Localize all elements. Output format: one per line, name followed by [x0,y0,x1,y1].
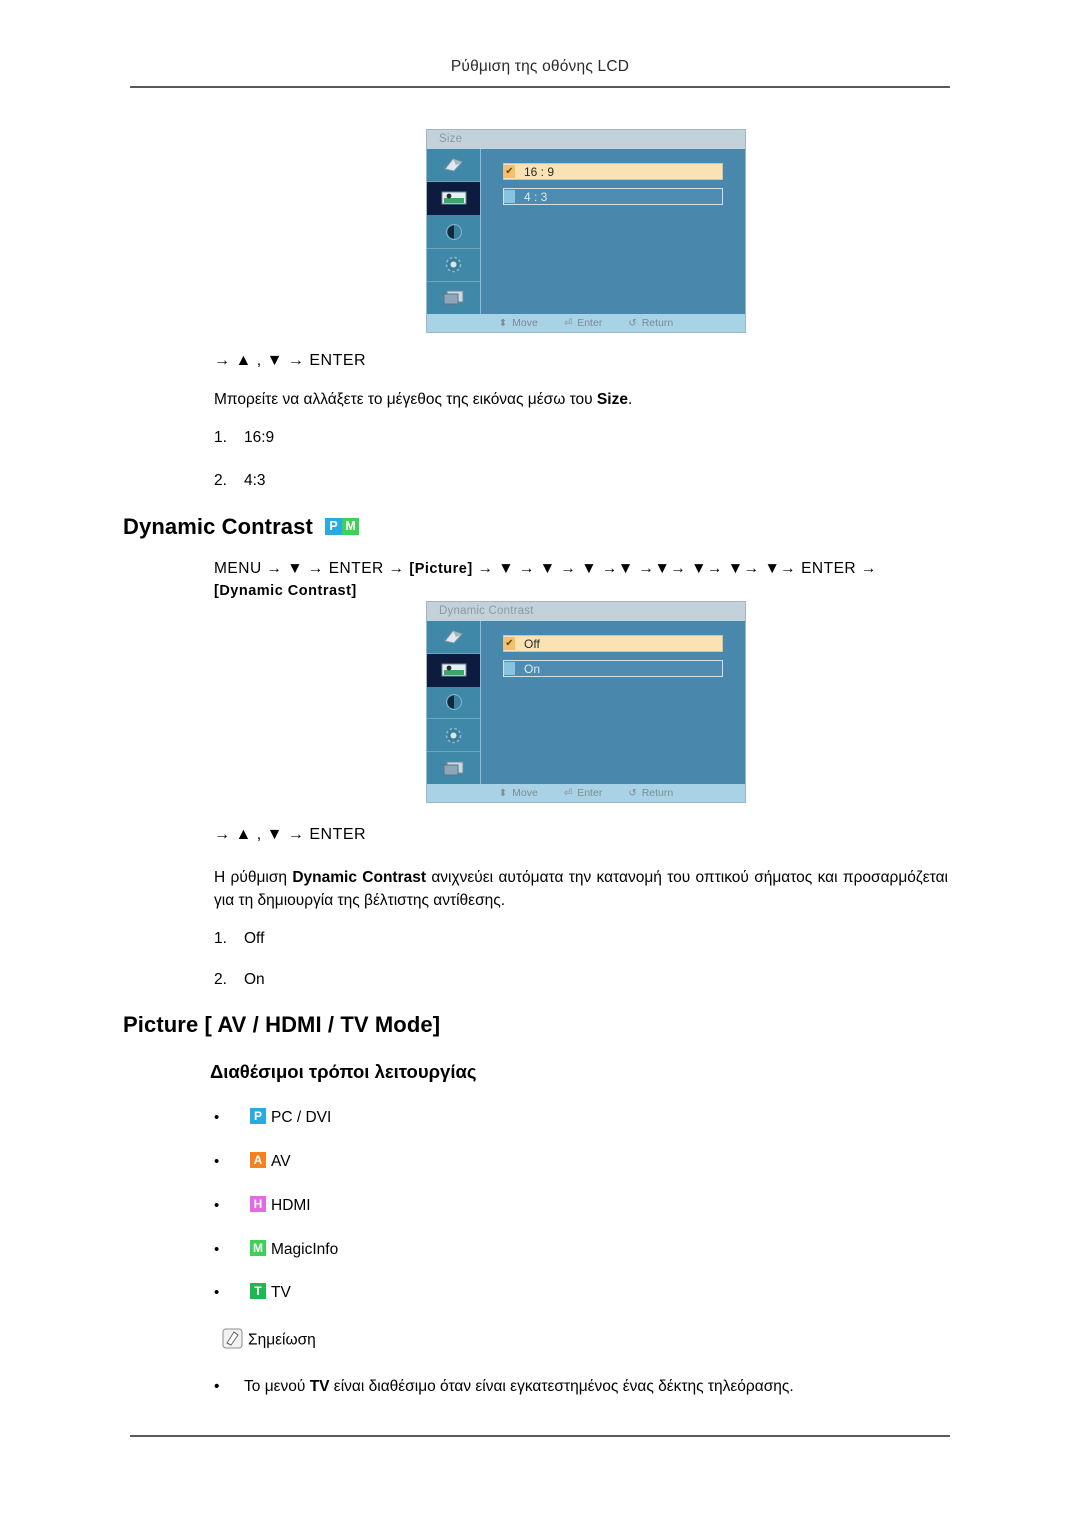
picture-mode-heading: Picture [ AV / HDMI / TV Mode] [123,1012,441,1037]
mode-list-item: • A AV [214,1152,291,1171]
osd-title-size: Size [427,130,745,149]
footer-divider [130,1435,950,1437]
osd-footer: ⬍ Move ⏎ Enter ↺ Return [427,314,745,332]
mode-list-item: • T TV [214,1283,291,1302]
osd-options-dynamic-contrast: ✔ Off On [481,621,745,784]
osd-option-label: 16 : 9 [524,164,555,179]
osd-icon-sound[interactable] [427,687,480,720]
osd-panel-size: Size ✔ 16 : 9 4: 3 ⬍ Move ⏎ Enter ↺ Ret… [427,130,745,332]
osd-footer-enter: ⏎ Enter [563,317,603,329]
bullet-icon: • [214,1241,220,1259]
bullet-icon: • [214,1153,220,1171]
move-icon: ⬍ [498,787,508,799]
enter-icon: ⏎ [563,317,573,329]
osd-option-label: On [524,661,541,676]
mode-list-item: • M MagicInfo [214,1240,339,1259]
osd-footer-move: ⬍ Move [498,787,538,799]
bullet-icon: • [214,1109,220,1127]
mode-list-item: • P PC / DVI [214,1108,332,1127]
osd-option-row[interactable]: ✔ Off [503,635,723,652]
osd-footer-return: ↺ Return [628,317,674,329]
bullet-icon: • [214,1378,220,1395]
note-bullet-line: • Το μενού TV είναι διαθέσιμο όταν είναι … [214,1378,794,1395]
move-icon: ⬍ [498,317,508,329]
bullet-icon: • [214,1284,220,1302]
note-heading: Σημείωση [222,1328,316,1351]
return-icon: ↺ [628,317,637,329]
size-list-item-2: 2. 4:3 [214,472,266,489]
osd-option-label: Off [524,636,540,651]
osd-footer: ⬍ Move ⏎ Enter ↺ Return [427,784,745,802]
checkmark-icon: ✔ [504,165,515,178]
osd-title-dynamic-contrast: Dynamic Contrast [427,602,745,621]
size-list-item-1: 1. 16:9 [214,429,275,446]
osd-icon-input[interactable] [427,621,480,654]
checkbox-icon [504,190,515,203]
dc-list-item-2: 2. On [214,971,265,988]
header-divider [130,86,950,88]
picture-mode-subheading: Διαθέσιμοι τρόποι λειτουργίας [210,1061,477,1082]
osd-icon-setup[interactable] [427,719,480,753]
osd-icon-picture[interactable] [427,182,480,216]
osd-option-row[interactable]: 4 : 3 [503,188,723,205]
osd-icon-input[interactable] [427,149,480,183]
osd-panel-dynamic-contrast: Dynamic Contrast ✔ Off On ⬍ Move ⏎ Enter… [427,602,745,802]
osd-icon-sound[interactable] [427,215,480,249]
badge-tv-icon: T [250,1283,266,1299]
osd-icon-multicontrol[interactable] [427,282,480,314]
dynamic-contrast-heading: Dynamic Contrast PM [123,514,360,540]
osd-icon-setup[interactable] [427,249,480,282]
checkbox-icon [504,662,515,675]
osd-sidebar [427,621,481,784]
osd-footer-return: ↺ Return [628,787,674,799]
badge-pc-icon: P [250,1108,266,1124]
osd-sidebar [427,149,481,314]
osd-options-size: ✔ 16 : 9 4 : 3 [481,149,745,314]
note-pen-icon [222,1328,243,1349]
dc-list-item-1: 1. Off [214,930,265,947]
dynamic-contrast-menu-path: MENU → ▼ → ENTER → [Picture] → ▼ → ▼ → ▼… [214,560,877,577]
osd-option-row[interactable]: ✔ 16 : 9 [503,163,723,180]
osd-footer-move: ⬍ Move [498,317,538,329]
checkmark-icon: ✔ [504,637,515,650]
badge-pc-icon: P [325,517,343,535]
size-nav-line: → ▲ , ▼ → ENTER [214,352,367,369]
dynamic-contrast-nav-line: → ▲ , ▼ → ENTER [214,826,367,843]
enter-icon: ⏎ [563,787,573,799]
osd-icon-multicontrol[interactable] [427,752,480,784]
badge-magicinfo-icon: M [342,517,360,535]
mode-list-item: • H HDMI [214,1196,311,1215]
size-description: Μπορείτε να αλλάξετε το μέγεθος της εικό… [214,391,633,408]
osd-option-label: 4 : 3 [524,189,548,204]
dynamic-contrast-paragraph: Η ρύθμιση Dynamic Contrast ανιχνεύει αυτ… [214,869,948,910]
page-header-title: Ρύθμιση της οθόνης LCD [450,58,630,75]
osd-footer-enter: ⏎ Enter [563,787,603,799]
osd-icon-picture[interactable] [427,653,480,687]
badge-av-icon: A [250,1152,266,1168]
badge-magicinfo-icon: M [250,1240,266,1256]
badge-hdmi-icon: H [250,1196,266,1212]
osd-option-row[interactable]: On [503,660,723,677]
bullet-icon: • [214,1197,220,1215]
return-icon: ↺ [628,787,637,799]
dynamic-contrast-menu-path-cont: [Dynamic Contrast] [214,583,357,599]
